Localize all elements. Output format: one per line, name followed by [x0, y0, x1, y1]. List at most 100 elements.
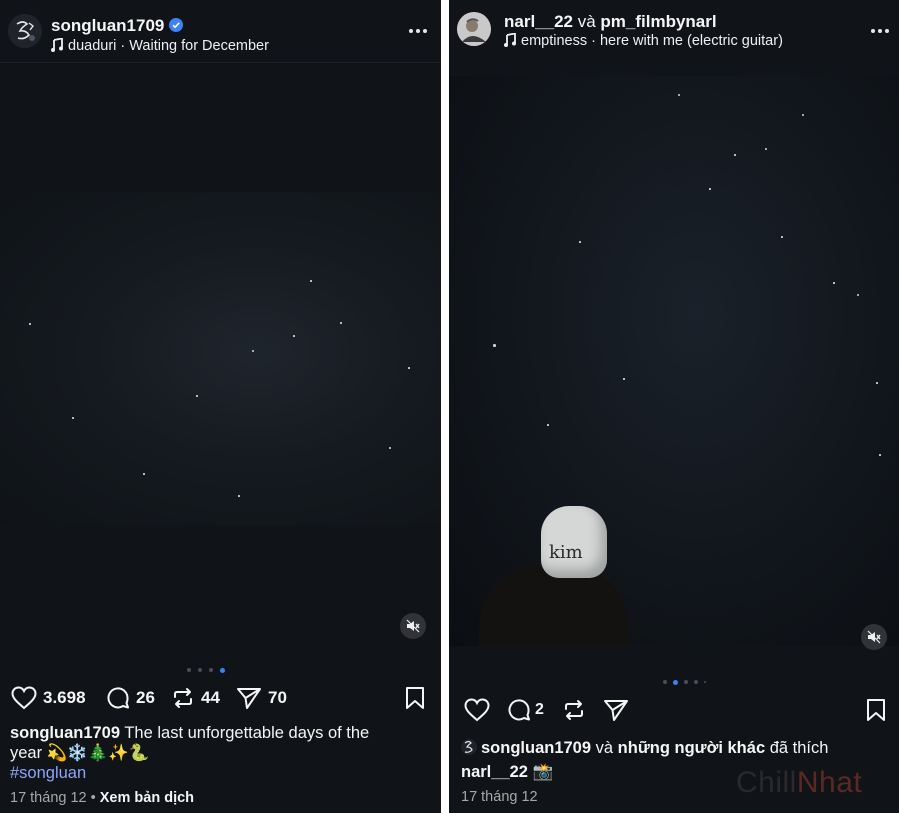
send-icon	[604, 700, 628, 721]
post-image[interactable]	[0, 192, 441, 525]
speaker-muted-icon	[867, 630, 881, 644]
liker-avatar-icon	[461, 738, 477, 756]
mute-button[interactable]	[400, 613, 426, 639]
star	[734, 154, 736, 156]
post-meta: 17 tháng 12 • Xem bản dịch	[10, 790, 194, 806]
comment-button[interactable]: 2	[507, 698, 544, 722]
music-title: Waiting for December	[129, 38, 269, 54]
beanie: kim	[541, 506, 607, 578]
username-joiner: và	[573, 12, 601, 31]
music-title: here with me (electric guitar)	[599, 33, 783, 49]
post-header: songluan1709 duaduri · Waiting for Decem…	[0, 0, 441, 62]
caption-text: The last unforgettable days of the	[120, 724, 370, 742]
username[interactable]: songluan1709	[51, 16, 184, 36]
star	[389, 447, 391, 449]
meta-separator: •	[86, 790, 100, 806]
like-button[interactable]: 3.698	[11, 686, 86, 710]
music-separator: ·	[116, 38, 130, 54]
music-note-icon	[51, 37, 63, 56]
star	[623, 378, 625, 380]
comment-icon	[508, 699, 530, 721]
bookmark-button[interactable]	[865, 698, 887, 722]
beanie-text: kim	[549, 542, 583, 563]
caption-author[interactable]: narl__22	[461, 763, 528, 781]
star	[252, 350, 254, 352]
star	[579, 241, 581, 243]
star	[143, 473, 145, 475]
post-meta: 17 tháng 12	[461, 789, 538, 805]
repost-button[interactable]: 44	[171, 686, 220, 710]
liker-name[interactable]: songluan1709	[481, 739, 591, 757]
repost-count: 44	[201, 688, 220, 707]
star	[340, 322, 342, 324]
heart-icon	[464, 698, 490, 722]
watermark: ChillNhat	[736, 766, 862, 800]
right-post: narl__22 và pm_filmbynarl emptiness · he…	[449, 0, 899, 813]
star	[857, 294, 859, 296]
caption-emojis: 💫❄️🎄✨🐍	[46, 744, 150, 762]
music-info[interactable]: emptiness · here with me (electric guita…	[504, 32, 783, 51]
liked-suffix: đã thích	[765, 739, 829, 757]
avatar[interactable]	[8, 14, 42, 48]
liked-others[interactable]: những người khác	[618, 739, 765, 757]
music-info[interactable]: duaduri · Waiting for December	[51, 37, 269, 56]
like-count: 3.698	[43, 688, 86, 707]
mute-button[interactable]	[861, 624, 887, 650]
bookmark-button[interactable]	[404, 686, 426, 710]
star	[879, 454, 881, 456]
star	[408, 367, 410, 369]
avatar[interactable]	[457, 12, 491, 46]
repost-icon	[174, 688, 192, 708]
post-date: 17 tháng 12	[461, 789, 538, 805]
share-count: 70	[268, 688, 287, 707]
music-separator: ·	[587, 33, 600, 49]
star	[547, 424, 549, 426]
username-2[interactable]: pm_filmbynarl	[600, 12, 716, 31]
star	[72, 417, 74, 419]
username-1[interactable]: narl__22	[504, 12, 573, 31]
repost-button[interactable]	[562, 698, 586, 722]
bookmark-icon	[867, 699, 885, 721]
translate-link[interactable]: Xem bản dịch	[100, 790, 194, 806]
caption: songluan1709 The last unforgettable days…	[10, 723, 430, 783]
star	[293, 335, 295, 337]
share-button[interactable]: 70	[236, 686, 287, 710]
star	[310, 280, 312, 282]
repost-icon	[565, 700, 583, 720]
caption-text-line2: year	[10, 744, 43, 762]
left-post: songluan1709 duaduri · Waiting for Decem…	[0, 0, 441, 813]
liked-joiner: và	[591, 739, 618, 757]
hashtag-link[interactable]: #songluan	[10, 764, 86, 782]
comment-button[interactable]: 26	[106, 686, 155, 710]
carousel-indicator	[663, 679, 713, 686]
caption: narl__22 📸	[461, 762, 553, 782]
person-silhouette	[479, 566, 629, 646]
liked-by[interactable]: songluan1709 và những người khác đã thíc…	[461, 738, 891, 758]
bookmark-icon	[406, 687, 424, 709]
star	[493, 344, 496, 347]
music-artist: emptiness	[521, 33, 588, 49]
star	[781, 236, 783, 238]
watermark-part1: Chill	[736, 766, 797, 799]
more-options-icon[interactable]	[870, 28, 892, 36]
share-button[interactable]	[603, 698, 629, 722]
star	[833, 282, 835, 284]
post-date: 17 tháng 12	[10, 790, 87, 806]
send-icon	[237, 688, 261, 709]
comment-count: 2	[535, 701, 544, 718]
username-text[interactable]: songluan1709	[51, 16, 164, 35]
watermark-part2: Nhat	[796, 766, 863, 799]
like-button[interactable]	[464, 698, 490, 722]
comment-count: 26	[136, 688, 155, 707]
post-image[interactable]: kim	[449, 76, 899, 646]
carousel-indicator	[187, 667, 237, 674]
star	[196, 395, 198, 397]
more-options-icon[interactable]	[408, 28, 430, 36]
music-artist: duaduri	[68, 38, 117, 54]
speaker-muted-icon	[406, 619, 420, 633]
star	[238, 495, 240, 497]
heart-icon	[11, 686, 37, 710]
caption-author[interactable]: songluan1709	[10, 724, 120, 742]
star	[765, 148, 767, 150]
star	[876, 382, 878, 384]
